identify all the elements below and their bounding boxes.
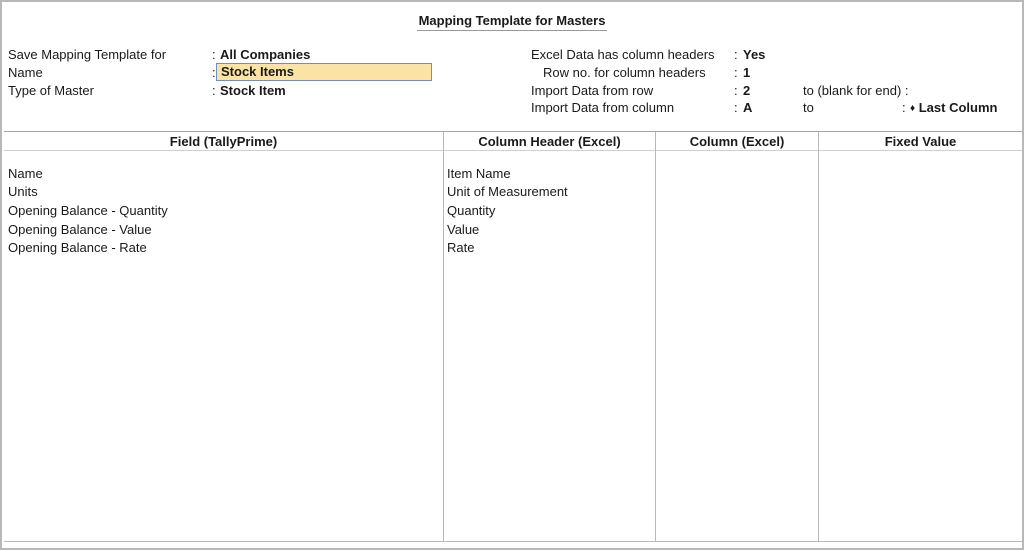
page-title: Mapping Template for Masters [2,13,1022,31]
row-field-name: Opening Balance - Rate [8,240,147,255]
separator: : [734,65,738,80]
row-column-header[interactable]: Quantity [447,203,495,219]
table-bottom-border [4,541,1022,542]
from-column-label: Import Data from column [531,100,675,115]
type-of-master-value[interactable]: Stock Item [220,83,286,99]
from-row-value[interactable]: 2 [743,83,750,99]
name-input[interactable]: Stock Items [216,63,432,81]
table-header-border [4,150,1022,151]
header-row-label: Row no. for column headers [543,65,706,80]
table-top-border [4,131,1022,132]
separator: : [734,47,738,62]
type-of-master-label: Type of Master [8,83,94,98]
separator: : [212,47,216,62]
separator: : [212,83,216,98]
header-fixed-value: Fixed Value [884,134,957,149]
header-row-value[interactable]: 1 [743,65,750,81]
column-headers-value[interactable]: Yes [743,47,765,63]
header-column: Column (Excel) [689,134,785,149]
to-column-value: Last Column [918,100,998,115]
row-field-name: Units [8,184,38,199]
row-column-header[interactable]: Rate [447,240,474,256]
row-column-header[interactable]: Value [447,222,479,238]
save-template-for-label: Save Mapping Template for [8,47,167,62]
to-row-label: to (blank for end) : [803,83,909,98]
separator: : [734,83,738,98]
to-column-field[interactable]: ♦ Last Column [910,100,997,118]
row-field-name: Opening Balance - Value [8,222,152,237]
column-divider [443,132,444,541]
column-headers-label: Excel Data has column headers [531,47,715,62]
mapping-template-window: Mapping Template for Masters Save Mappin… [0,0,1024,550]
row-column-header[interactable]: Unit of Measurement [447,184,568,200]
column-divider [655,132,656,541]
to-column-label: to [803,100,814,115]
header-column-header: Column Header (Excel) [478,134,621,149]
save-template-for-value[interactable]: All Companies [220,47,310,63]
row-field-name: Opening Balance - Quantity [8,203,168,218]
row-field-name: Name [8,166,43,181]
from-row-label: Import Data from row [531,83,654,98]
name-label: Name [8,65,43,80]
header-field: Field (TallyPrime) [169,134,278,149]
row-column-header[interactable]: Item Name [447,166,511,182]
separator: : [734,100,738,115]
from-column-value[interactable]: A [743,100,752,116]
separator: : [902,100,906,115]
diamond-icon: ♦ [910,103,916,114]
column-divider [818,132,819,541]
